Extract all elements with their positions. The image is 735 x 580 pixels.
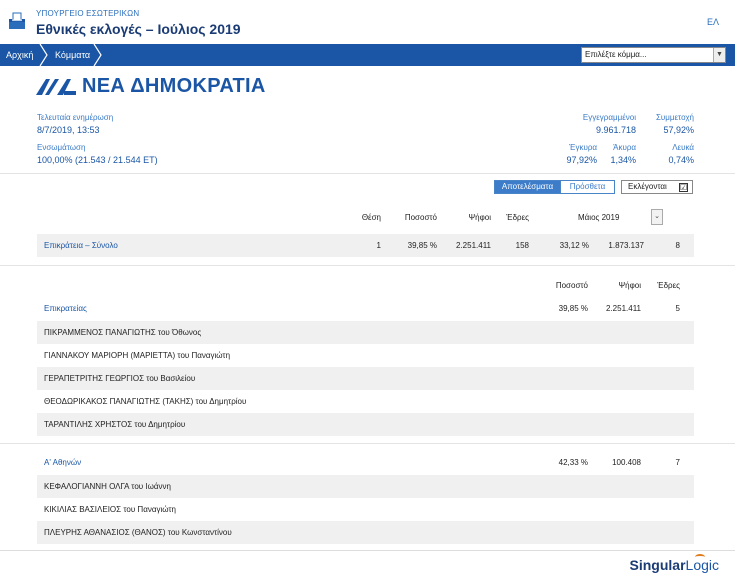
blank-label: Λευκά [672,143,694,152]
checkbox-icon[interactable]: ☑ [679,183,688,192]
page-title: Εθνικές εκλογές – Ιούλιος 2019 [36,21,241,37]
coverage-value: 100,00% (21.543 / 21.544 ΕΤ) [37,155,158,165]
constituency-percent: 42,33 % [558,458,588,467]
list-item[interactable]: ΓΕΡΑΠΕΤΡΙΤΗΣ ΓΕΩΡΓΙΟΣ του Βασιλείου [37,367,694,390]
constituency-votes: 2.251.411 [606,304,641,313]
turnout-value: 57,92% [663,125,694,135]
brand-logo: SingularLogic [630,557,719,573]
list-item[interactable]: ΚΕΦΑΛΟΓΙΑΝΝΗ ΟΛΓΑ του Ιωάννη [37,475,694,498]
chevron-right-icon [39,44,48,66]
col-seats: Έδρες [506,213,529,222]
footer: SingularLogic [0,550,735,580]
list-item[interactable]: ΠΛΕΥΡΗΣ ΑΘΑΝΑΣΙΟΣ (ΘΑΝΟΣ) του Κωνσταντίν… [37,521,694,544]
summary-votes: 2.251.411 [456,241,491,250]
constituency-votes: 100.408 [612,458,641,467]
col-percent: Ποσοστό [404,213,437,222]
ministry-label: ΥΠΟΥΡΓΕΙΟ ΕΣΩΤΕΡΙΚΩΝ [36,9,140,18]
invalid-label: Άκυρα [613,143,636,152]
summary-cmp-percent: 33,12 % [559,241,589,250]
brand-b: Logic [685,557,719,573]
breadcrumb-parties[interactable]: Κόμματα [55,44,90,66]
elected-label: Εκλέγονται [628,182,667,191]
coverage-label: Ενσωμάτωση [37,143,86,152]
breadcrumb-home[interactable]: Αρχική [6,44,33,66]
col-votes: Ψήφοι [468,213,491,222]
invalid-value: 1,34% [610,155,636,165]
valid-label: Έγκυρα [569,143,597,152]
list-item[interactable]: ΘΕΟΔΩΡΙΚΑΚΟΣ ΠΑΝΑΓΙΩΤΗΣ (ΤΑΚΗΣ) του Δημη… [37,390,694,413]
summary-rank: 1 [376,241,381,250]
divider [0,173,735,174]
col-const-votes: Ψήφοι [618,281,641,290]
blank-value: 0,74% [668,155,694,165]
summary-label[interactable]: Επικράτεια – Σύνολο [44,234,118,257]
col-compare: Μάιος 2019 [578,213,620,222]
turnout-label: Συμμετοχή [655,113,694,122]
summary-cmp-votes: 1.873.137 [608,241,644,250]
party-name: ΝΕΑ ΔΗΜΟΚΡΑΤΙΑ [82,75,266,97]
summary-seats: 158 [515,241,529,250]
compare-dropdown[interactable]: ⌄ [651,209,663,225]
last-update-value: 8/7/2019, 13:53 [37,125,100,135]
chevron-right-icon [93,44,102,66]
constituency-row[interactable]: Επικρατείας 39,85 % 2.251.411 5 [37,297,694,320]
elected-toggle[interactable]: Εκλέγονται ☑ [621,180,693,194]
chevron-down-icon: ▼ [713,48,725,62]
tab-extra[interactable]: Πρόσθετα [560,180,615,194]
ballot-box-icon [9,12,25,29]
constituency-name[interactable]: Α' Αθηνών [44,451,81,474]
constituency-seats: 7 [675,458,680,467]
divider [0,443,735,444]
col-rank: Θέση [361,213,381,222]
brand-a: Singular [629,557,686,573]
party-logo-icon [36,79,76,95]
summary-cmp-seats: 8 [675,241,680,250]
list-item[interactable]: ΚΙΚΙΛΙΑΣ ΒΑΣΙΛΕΙΟΣ του Παναγιώτη [37,498,694,521]
registered-label: Εγγεγραμμένοι [582,113,636,122]
constituency-percent: 39,85 % [558,304,588,313]
language-switch[interactable]: ΕΛ [707,17,719,27]
constituency-seats: 5 [675,304,680,313]
summary-percent: 39,85 % [407,241,437,250]
table-row[interactable]: Επικράτεια – Σύνολο 1 39,85 % 2.251.411 … [37,234,694,257]
registered-value: 9.961.718 [595,125,636,135]
tab-results[interactable]: Αποτελέσματα [494,180,561,194]
list-item[interactable]: ΠΙΚΡΑΜΜΕΝΟΣ ΠΑΝΑΓΙΩΤΗΣ του Όθωνος [37,321,694,344]
list-item[interactable]: ΤΑΡΑΝΤΙΛΗΣ ΧΡΗΣΤΟΣ του Δημητρίου [37,413,694,436]
col-const-percent: Ποσοστό [555,281,588,290]
app-header: ΥΠΟΥΡΓΕΙΟ ΕΣΩΤΕΡΙΚΩΝ Εθνικές εκλογές – Ι… [0,0,735,44]
divider [0,265,735,266]
party-select[interactable]: Επιλέξτε κόμμα... ▼ [581,47,726,63]
constituency-row[interactable]: Α' Αθηνών 42,33 % 100.408 7 [37,451,694,474]
list-item[interactable]: ΓΙΑΝΝΑΚΟΥ ΜΑΡΙΟΡΗ (ΜΑΡΙΕΤΤΑ) του Παναγιώ… [37,344,694,367]
party-select-value: Επιλέξτε κόμμα... [585,50,647,59]
valid-value: 97,92% [566,155,597,165]
last-update-label: Τελευταία ενημέρωση [37,113,114,122]
col-const-seats: Έδρες [657,281,680,290]
constituency-name[interactable]: Επικρατείας [44,297,87,320]
